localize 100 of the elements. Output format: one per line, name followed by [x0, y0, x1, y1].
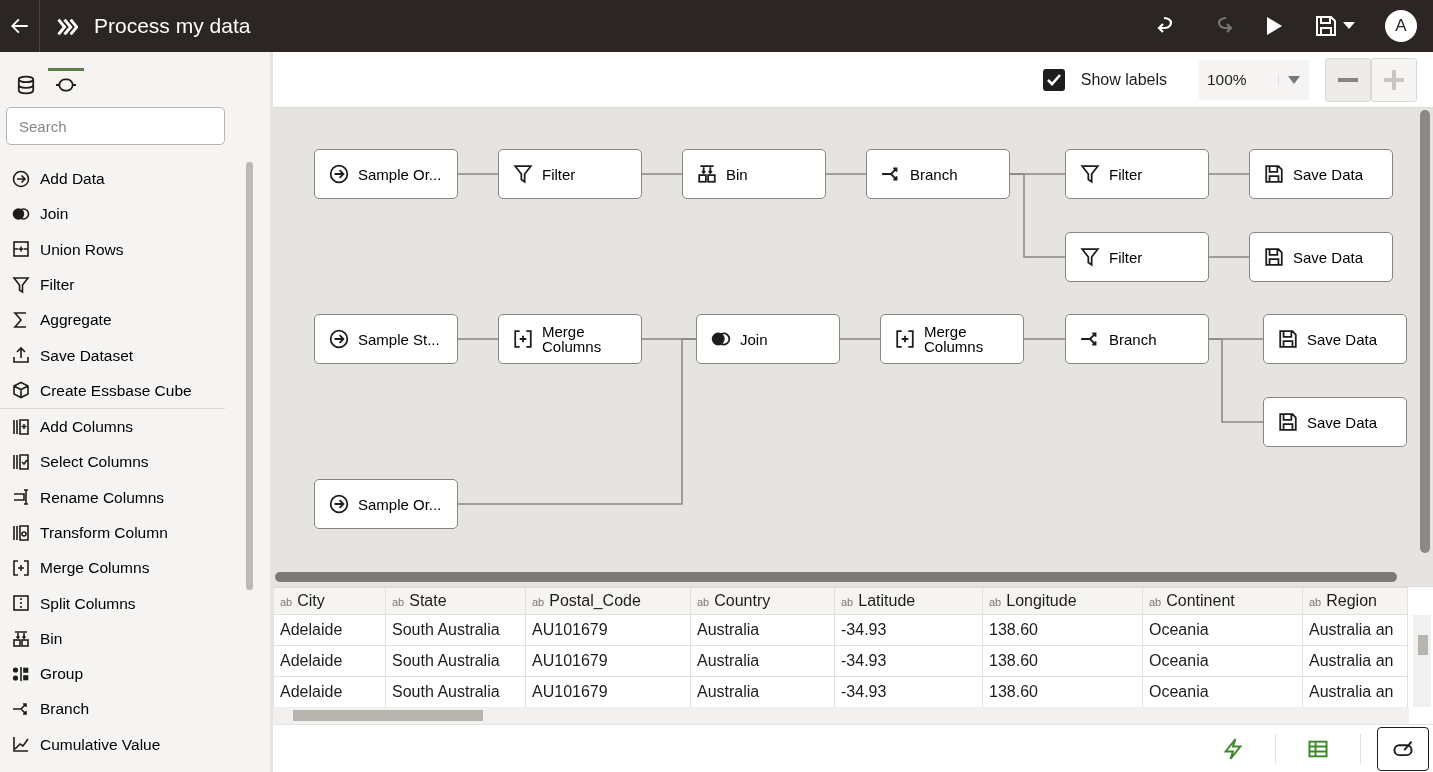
rename-columns-icon [12, 488, 30, 507]
column-name[interactable]: Continent [1166, 592, 1235, 609]
flow-node[interactable]: Bin [682, 149, 826, 199]
table-cell: Adelaide [273, 645, 386, 677]
flow-node[interactable]: Filter [1065, 149, 1209, 199]
column-name[interactable]: City [297, 592, 325, 609]
column-name[interactable]: Longitude [1006, 592, 1077, 609]
type-label: ab [989, 596, 1002, 608]
type-label: ab [280, 596, 293, 608]
step-item[interactable]: Select Columns [0, 444, 245, 480]
flow-node[interactable]: Branch [1065, 314, 1209, 364]
flow-node[interactable]: Merge Columns [498, 314, 642, 364]
table-cell: Australia [690, 614, 835, 646]
scrollbar-thumb[interactable] [293, 710, 483, 721]
caret-down-icon [1278, 74, 1301, 85]
connector-line [1208, 173, 1250, 175]
line-chart-icon [12, 735, 30, 754]
step-item[interactable]: Transform Column [0, 514, 245, 551]
flow-node[interactable]: Save Data [1249, 232, 1393, 282]
flow-node[interactable]: Branch [866, 149, 1010, 199]
split-columns-icon [12, 594, 30, 613]
scrollbar-track[interactable] [1413, 615, 1431, 707]
cube-icon [12, 381, 30, 400]
scrollbar-track[interactable] [273, 707, 1409, 724]
table-cell: Australia an [1302, 645, 1408, 677]
edit-view-button[interactable] [1377, 726, 1429, 771]
zoom-dropdown[interactable]: 100% [1199, 59, 1309, 100]
step-item[interactable]: Union Rows [0, 231, 245, 267]
union-rows-icon [12, 240, 30, 259]
flow-node[interactable]: Filter [498, 149, 642, 199]
step-item[interactable]: Split Columns [0, 585, 245, 621]
arrow-circle-icon [329, 329, 349, 349]
select-columns-icon [12, 453, 30, 471]
flow-node[interactable]: Join [696, 314, 840, 364]
table-cell: South Australia [385, 645, 526, 677]
step-item[interactable]: Merge Columns [0, 550, 245, 586]
filter-icon [12, 275, 30, 294]
checkbox-label: Show labels [1080, 69, 1167, 90]
table-cell: AU101679 [525, 614, 691, 646]
connector-line [641, 173, 683, 175]
table-cell: Oceania [1142, 614, 1303, 646]
step-item[interactable]: Create Essbase Cube [0, 372, 245, 409]
table-cell: -34.93 [834, 645, 983, 677]
back-arrow-icon [9, 16, 30, 36]
table-cell: -34.93 [834, 614, 983, 646]
filter-icon [513, 164, 533, 184]
flow-node[interactable]: Save Data [1263, 314, 1407, 364]
group-icon [12, 664, 30, 683]
add-columns-icon [12, 417, 30, 436]
table-cell: 138.60 [982, 614, 1143, 646]
column-name[interactable]: Country [714, 592, 771, 609]
step-item[interactable]: Branch [0, 691, 245, 727]
flow-node[interactable]: Save Data [1263, 397, 1407, 447]
connector-line [1208, 256, 1250, 258]
flow-node[interactable]: Sample Or... [314, 479, 458, 529]
table-cell: 138.60 [982, 645, 1143, 677]
step-item[interactable]: Bin [0, 620, 245, 657]
step-item[interactable]: Group [0, 656, 245, 692]
filter-icon [1080, 247, 1100, 267]
step-item[interactable]: Add Data [0, 161, 245, 197]
connector-line [457, 173, 499, 175]
type-label: ab [1149, 596, 1162, 608]
flow-node[interactable]: Filter [1065, 232, 1209, 282]
database-icon [16, 75, 36, 95]
lightning-icon [1222, 737, 1244, 760]
column-name[interactable]: Postal_Code [549, 592, 641, 609]
plus-icon [1384, 69, 1404, 90]
flow-node[interactable]: Sample St... [314, 314, 458, 364]
show-labels-checkbox[interactable] [1042, 68, 1065, 91]
step-item[interactable]: Cumulative Value [0, 726, 245, 763]
scrollbar-thumb[interactable] [1420, 110, 1430, 553]
column-name[interactable]: State [409, 592, 447, 609]
flow-node[interactable]: Merge Columns [880, 314, 1024, 364]
scrollbar-thumb[interactable] [275, 572, 1397, 582]
flow-node[interactable]: Sample Or... [314, 149, 458, 199]
step-item[interactable]: Save Dataset [0, 337, 245, 373]
arrow-circle-icon [329, 164, 349, 184]
table-cell: Australia [690, 645, 835, 677]
arrow-circle-icon [12, 169, 30, 188]
table-cell: Oceania [1142, 645, 1303, 677]
type-label: ab [532, 596, 545, 608]
merge-columns-icon [895, 329, 915, 349]
type-label: ab [392, 596, 405, 608]
column-name[interactable]: Latitude [858, 592, 916, 609]
step-item[interactable]: Add Columns [0, 409, 245, 445]
flow-node[interactable]: Save Data [1249, 149, 1393, 199]
scrollbar-thumb[interactable] [246, 162, 253, 590]
scrollbar-thumb[interactable] [1418, 635, 1428, 655]
connector-line [839, 338, 881, 340]
table-cell: Australia an [1302, 614, 1408, 646]
step-item[interactable]: Aggregate [0, 302, 245, 338]
merge-columns-icon [513, 329, 533, 349]
zoom-out-button[interactable] [1325, 57, 1371, 102]
arrow-circle-icon [329, 494, 349, 514]
column-name[interactable]: Region [1326, 592, 1377, 609]
step-item[interactable]: Filter [0, 266, 245, 303]
step-item[interactable]: Join [0, 196, 245, 232]
user-avatar[interactable]: A [1385, 10, 1417, 42]
search-field[interactable]: Search [6, 107, 225, 145]
step-item[interactable]: Rename Columns [0, 479, 245, 515]
